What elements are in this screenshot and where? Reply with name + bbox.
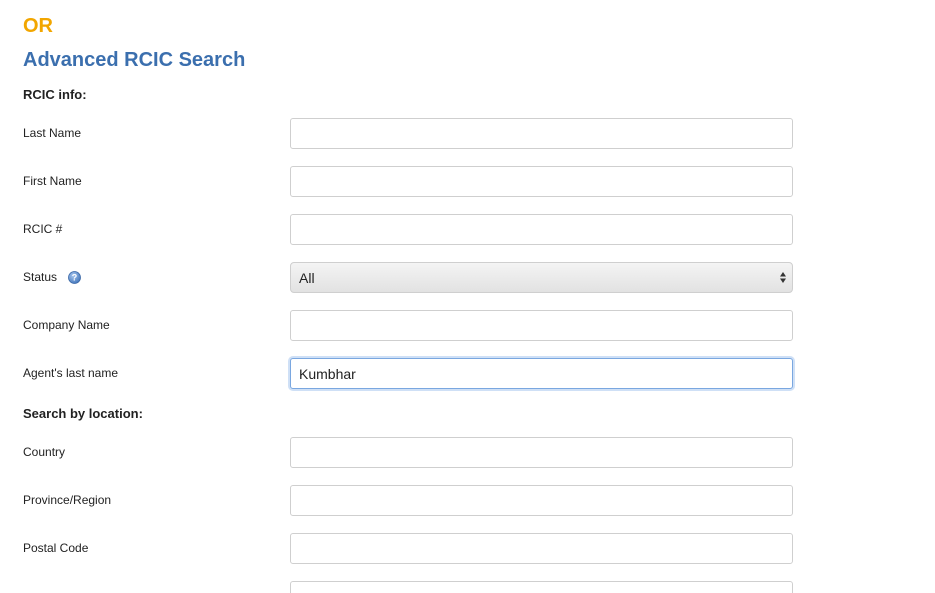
rcic-number-label: RCIC # (23, 222, 63, 236)
question-mark-icon[interactable]: ? (68, 271, 81, 284)
province-row: Province/Region (0, 485, 935, 516)
country-row: Country (0, 437, 935, 468)
partial-next-input[interactable] (290, 581, 793, 593)
country-input[interactable] (290, 437, 793, 468)
or-heading: OR (23, 15, 53, 37)
rcic-number-input[interactable] (290, 214, 793, 245)
status-selected-value: All (299, 270, 315, 286)
status-row: Status ? All (0, 262, 935, 293)
last-name-label: Last Name (23, 126, 82, 140)
last-name-row: Last Name (0, 118, 935, 149)
agent-last-name-label: Agent's last name (23, 366, 119, 380)
postal-code-input[interactable] (290, 533, 793, 564)
company-name-label: Company Name (23, 318, 110, 332)
advanced-search-page: OR Advanced RCIC Search RCIC info: Last … (0, 0, 935, 593)
location-section-label: Search by location: (23, 406, 143, 421)
status-label-group: Status ? (23, 270, 81, 285)
agent-last-name-input[interactable] (290, 358, 793, 389)
status-label: Status (23, 270, 58, 284)
partial-next-row (0, 581, 935, 593)
rcic-info-section-label: RCIC info: (23, 87, 87, 102)
svg-text:?: ? (72, 273, 78, 283)
first-name-label: First Name (23, 174, 82, 188)
company-name-input[interactable] (290, 310, 793, 341)
first-name-row: First Name (0, 166, 935, 197)
postal-code-row: Postal Code (0, 533, 935, 564)
company-name-row: Company Name (0, 310, 935, 341)
rcic-number-row: RCIC # (0, 214, 935, 245)
country-label: Country (23, 445, 66, 459)
province-input[interactable] (290, 485, 793, 516)
select-arrows-icon (779, 270, 787, 286)
page-title: Advanced RCIC Search (23, 49, 246, 71)
first-name-input[interactable] (290, 166, 793, 197)
province-label: Province/Region (23, 493, 112, 507)
agent-last-name-row: Agent's last name (0, 358, 935, 389)
last-name-input[interactable] (290, 118, 793, 149)
postal-code-label: Postal Code (23, 541, 89, 555)
status-select[interactable]: All (290, 262, 793, 293)
